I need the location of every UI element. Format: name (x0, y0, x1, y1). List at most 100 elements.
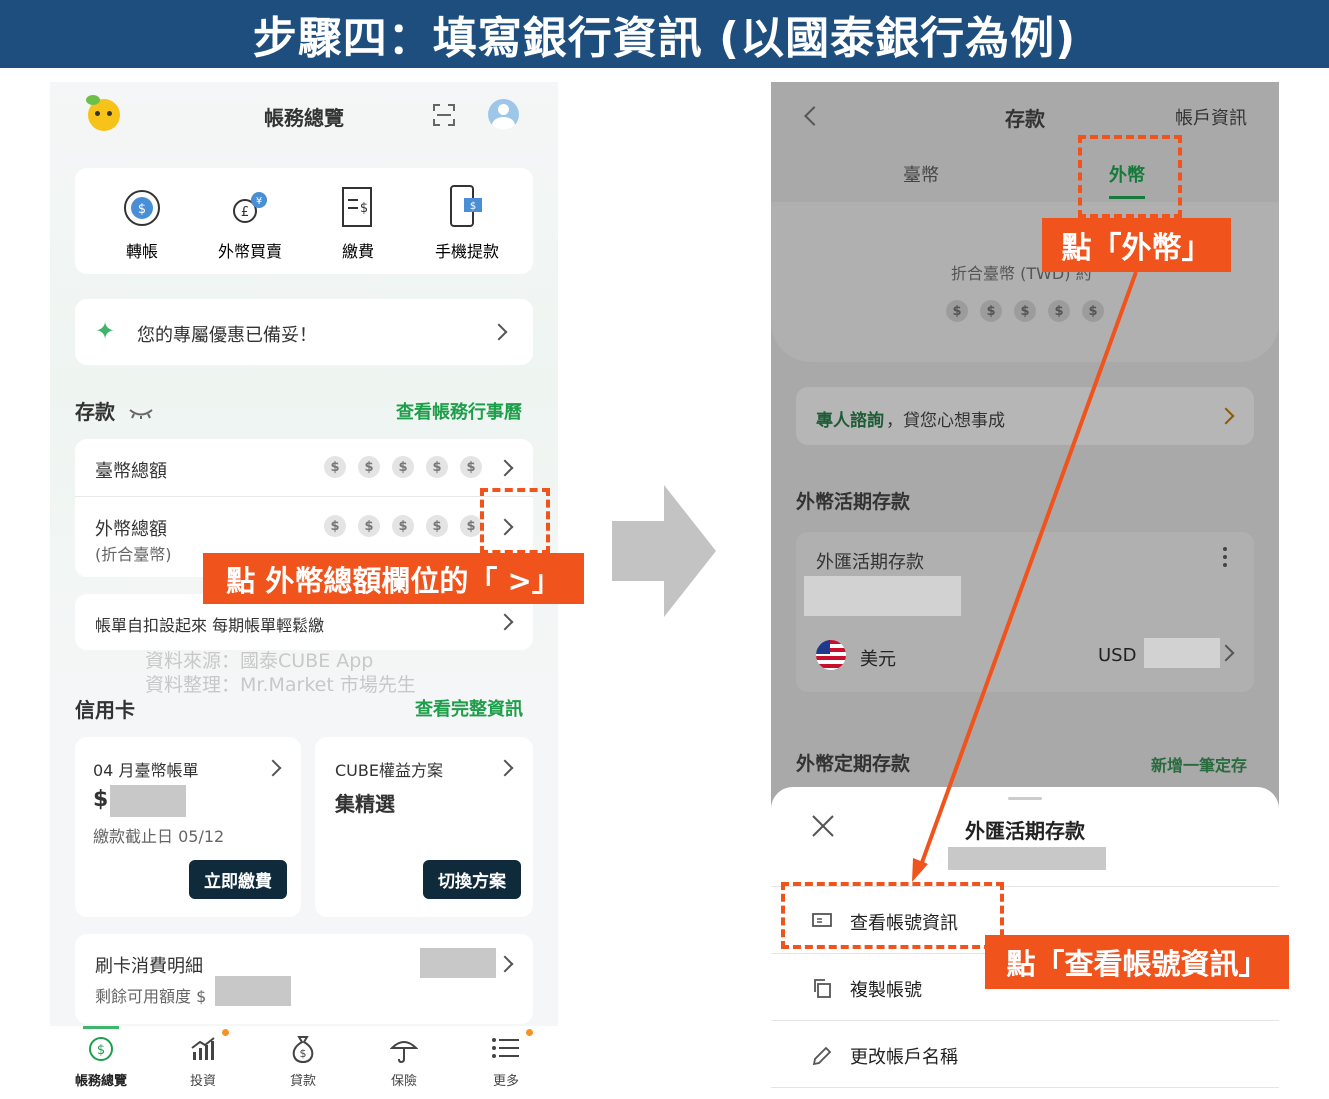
callout-view-account: 點「查看帳號資訊」 (985, 935, 1289, 989)
quick-action-label[interactable]: 外幣買賣 (211, 238, 289, 262)
twd-total-label: 臺幣總額 (95, 461, 167, 482)
chevron-right-icon[interactable] (264, 759, 282, 777)
dollar-icon: $ (460, 515, 482, 537)
fx-demand-card[interactable]: 外匯活期存款 美元 USD (796, 532, 1254, 692)
promo-card[interactable]: ✦ 您的專屬優惠已備妥！ (75, 299, 533, 365)
accounts-nav-icon[interactable]: $ (88, 1036, 114, 1062)
quick-action-label[interactable]: 繳費 (323, 238, 393, 262)
svg-text:$: $ (138, 202, 146, 217)
callout-fx-tab: 點「外幣」 (1042, 218, 1231, 272)
nav-label-loan[interactable]: 貸款 (263, 1070, 343, 1089)
menu-label: 複製帳號 (850, 980, 922, 1001)
more-vertical-icon[interactable] (1223, 546, 1227, 568)
dollar-icon: $ (426, 456, 448, 478)
transfer-icon[interactable]: $ (120, 186, 164, 230)
chevron-right-icon[interactable] (496, 759, 514, 777)
quick-action-label[interactable]: 手機提款 (425, 238, 509, 262)
notification-dot (526, 1029, 533, 1036)
fx-tab-highlight (1078, 135, 1182, 218)
scan-icon[interactable] (433, 104, 455, 126)
consult-bold-text: 專人諮詢 (816, 411, 884, 431)
right-header (771, 82, 1279, 202)
currency-exchange-icon[interactable]: £ ¥ (228, 186, 272, 230)
mascot-icon[interactable] (86, 95, 120, 131)
close-icon[interactable] (811, 814, 835, 838)
bill-card: 04 月臺幣帳單 $ 繳款截止日 05/12 立即繳費 (75, 737, 301, 917)
divider (771, 1087, 1279, 1088)
svg-text:£: £ (241, 205, 249, 220)
masked-amount: $ $ $ $ $ (946, 300, 1104, 322)
menu-label: 更改帳戶名稱 (850, 1047, 958, 1068)
add-time-deposit-link[interactable]: 新增一筆定存 (1151, 752, 1247, 776)
watermark-author: 資料整理：Mr.Market 市場先生 (145, 674, 416, 696)
dollar-icon: $ (1048, 300, 1070, 322)
sheet-handle[interactable] (1008, 797, 1042, 800)
tab-twd[interactable]: 臺幣 (891, 161, 951, 187)
plan-card: CUBE權益方案 集精選 切換方案 (315, 737, 533, 917)
chevron-right-icon (1217, 407, 1235, 425)
fx-demand-card-title: 外匯活期存款 (816, 552, 924, 573)
promo-text: 您的專屬優惠已備妥！ (137, 325, 317, 346)
switch-plan-button[interactable]: 切換方案 (423, 860, 521, 899)
sheet-title: 外匯活期存款 (965, 819, 1085, 843)
bill-amount-prefix: $ (93, 787, 109, 812)
hide-eye-icon[interactable] (128, 404, 154, 419)
nav-label-more[interactable]: 更多 (466, 1070, 546, 1089)
masked-amount: $ $ $ $ $ (324, 515, 482, 537)
credit-section-title: 信用卡 (75, 698, 135, 722)
consult-banner[interactable]: 專人諮詢 ，貸您心想事成 (796, 387, 1254, 445)
chevron-right-icon (496, 955, 514, 973)
pay-now-button[interactable]: 立即繳費 (189, 860, 287, 899)
svg-text:$: $ (360, 201, 368, 216)
notification-dot (222, 1029, 229, 1036)
fx-demand-section-title: 外幣活期存款 (796, 491, 911, 513)
chevron-right-icon (1217, 644, 1235, 662)
title-banner: 步驟四：填寫銀行資訊 (以國泰銀行為例) (0, 0, 1329, 68)
nav-label-invest[interactable]: 投資 (163, 1070, 243, 1089)
right-header-title: 存款 (1005, 107, 1045, 131)
bill-due-date: 繳款截止日 05/12 (93, 827, 225, 846)
currency-code: USD (1098, 645, 1137, 666)
masked-usd-balance (1144, 638, 1220, 668)
divider (75, 496, 533, 497)
credit-info-link[interactable]: 查看完整資訊 (415, 695, 523, 721)
card-detail-card[interactable]: 刷卡消費明細 剩餘可用額度 $ (75, 934, 533, 1024)
masked-amount: $ $ $ $ $ (324, 456, 482, 478)
loan-nav-icon[interactable]: $ (290, 1034, 316, 1064)
copy-icon (811, 977, 833, 999)
account-info-link[interactable]: 帳戶資訊 (1175, 104, 1247, 130)
chevron-right-icon (496, 613, 514, 631)
invest-nav-icon[interactable] (190, 1036, 216, 1062)
svg-text:¥: ¥ (256, 196, 262, 207)
menu-rename-account[interactable]: 更改帳戶名稱 (771, 1021, 1279, 1087)
dollar-icon: $ (324, 515, 346, 537)
insurance-nav-icon[interactable] (389, 1036, 419, 1064)
dollar-icon: $ (1014, 300, 1036, 322)
avatar[interactable] (488, 99, 519, 130)
quick-actions-card: $ 轉帳 £ ¥ 外幣買賣 $ 繳費 $ 手機提款 (75, 168, 533, 274)
quick-action-label[interactable]: 轉帳 (105, 238, 179, 262)
masked-account-number (804, 576, 961, 616)
view-account-highlight (781, 882, 1004, 949)
masked-credit-remaining (215, 976, 291, 1006)
more-menu-icon[interactable] (492, 1037, 520, 1059)
fx-chevron-highlight (480, 488, 550, 554)
phone-withdraw-icon[interactable]: $ (447, 184, 487, 230)
header-title: 帳務總覽 (264, 106, 344, 130)
step-arrow-icon (612, 485, 718, 621)
bill-pay-icon[interactable]: $ (340, 186, 376, 230)
dollar-icon: $ (1082, 300, 1104, 322)
fx-total-label: 外幣總額 (95, 519, 167, 540)
nav-label-insurance[interactable]: 保險 (364, 1070, 444, 1089)
nav-label-accounts[interactable]: 帳務總覽 (61, 1070, 141, 1089)
dollar-icon: $ (426, 515, 448, 537)
credit-remaining-label: 剩餘可用額度 $ (95, 987, 207, 1006)
plan-title: CUBE權益方案 (335, 761, 443, 780)
chevron-right-icon[interactable] (496, 459, 514, 477)
us-flag-icon (816, 640, 846, 670)
watermark-source: 資料來源：國泰CUBE App (145, 650, 374, 672)
deposit-calendar-link[interactable]: 查看帳務行事曆 (396, 398, 522, 424)
fx-time-section-title: 外幣定期存款 (796, 753, 911, 775)
bottom-nav: $ 帳務總覽 投資 $ 貸款 保險 更多 (50, 1026, 558, 1099)
dollar-icon: $ (358, 515, 380, 537)
